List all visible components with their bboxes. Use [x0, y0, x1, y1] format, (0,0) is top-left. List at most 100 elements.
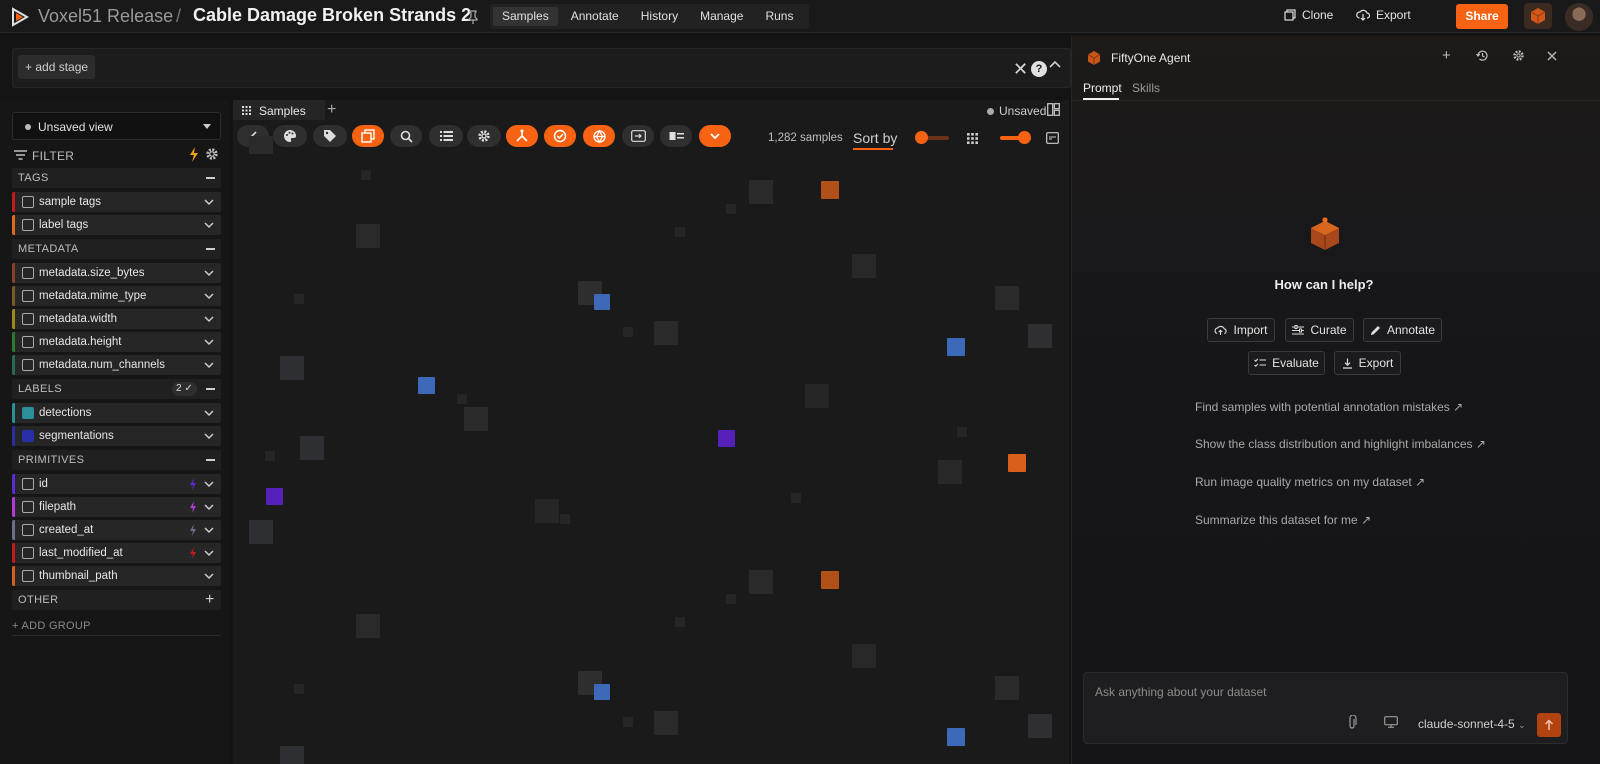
suggestion-item[interactable]: Find samples with potential annotation m…	[1195, 400, 1463, 414]
field-row-segmentations[interactable]: segmentations	[12, 426, 221, 446]
sample-tile[interactable]	[1028, 714, 1052, 738]
add-panel-icon[interactable]: +	[327, 101, 336, 119]
suggestion-item[interactable]: Show the class distribution and highligh…	[1195, 437, 1486, 451]
collapse-chevron-icon[interactable]	[1049, 60, 1061, 68]
expand-plus-icon[interactable]: +	[205, 591, 214, 609]
sample-tile[interactable]	[418, 377, 435, 394]
field-row-metadata-size-bytes[interactable]: metadata.size_bytes	[12, 263, 221, 283]
help-icon[interactable]: ?	[1031, 61, 1047, 77]
paperclip-icon[interactable]	[1347, 715, 1357, 730]
sample-tile[interactable]	[726, 204, 736, 214]
history-icon[interactable]	[1476, 49, 1489, 62]
field-checkbox[interactable]	[22, 336, 34, 348]
nav-tab-manage[interactable]: Manage	[691, 7, 752, 26]
new-chat-icon[interactable]: +	[1442, 47, 1451, 64]
sample-tile[interactable]	[654, 711, 678, 735]
sample-tile[interactable]	[749, 570, 773, 594]
list-view-button[interactable]	[429, 125, 463, 147]
sample-tile[interactable]	[280, 356, 304, 380]
pin-icon[interactable]	[467, 10, 479, 24]
sample-tile[interactable]	[805, 384, 829, 408]
sample-tile[interactable]	[995, 286, 1019, 310]
field-row-thumbnail-path[interactable]: thumbnail_path	[12, 566, 221, 586]
sample-tile[interactable]	[623, 327, 633, 337]
chevron-down-icon[interactable]	[204, 270, 214, 277]
layout-icon[interactable]	[1047, 103, 1060, 116]
sample-tile[interactable]	[718, 430, 735, 447]
field-row-filepath[interactable]: filepath	[12, 497, 221, 517]
nav-tab-annotate[interactable]: Annotate	[562, 7, 628, 26]
import-action-button[interactable]: Import	[1207, 318, 1275, 342]
fiftyone-logo-icon[interactable]	[10, 7, 30, 27]
field-row-sample-tags[interactable]: sample tags	[12, 192, 221, 212]
field-row-detections[interactable]: detections	[12, 403, 221, 423]
agent-cube-button[interactable]	[1524, 3, 1552, 29]
field-row-created-at[interactable]: created_at	[12, 520, 221, 540]
similarity-search-button[interactable]	[390, 125, 422, 147]
fullscreen-icon[interactable]	[1046, 132, 1059, 144]
tab-skills[interactable]: Skills	[1132, 81, 1160, 95]
settings-button[interactable]	[467, 125, 501, 147]
clear-view-icon[interactable]: ✕	[1013, 59, 1028, 80]
collapse-icon[interactable]	[206, 388, 215, 390]
sample-tile[interactable]	[675, 227, 685, 237]
field-checkbox[interactable]	[22, 313, 34, 325]
nav-tab-history[interactable]: History	[632, 7, 687, 26]
view-select[interactable]: Unsaved view	[12, 112, 221, 140]
field-checkbox[interactable]	[22, 478, 34, 490]
clone-button[interactable]: Clone	[1284, 8, 1333, 22]
export-action-button[interactable]: Export	[1334, 351, 1401, 375]
field-checkbox[interactable]	[22, 359, 34, 371]
field-row-last-modified-at[interactable]: last_modified_at	[12, 543, 221, 563]
tab-prompt[interactable]: Prompt	[1083, 81, 1122, 95]
more-actions-button[interactable]	[699, 125, 731, 147]
nav-tab-samples[interactable]: Samples	[493, 7, 558, 26]
add-group-button[interactable]: + ADD GROUP	[12, 620, 91, 632]
export-button[interactable]: Export	[1356, 8, 1411, 22]
nav-tab-runs[interactable]: Runs	[756, 7, 802, 26]
field-checkbox[interactable]	[22, 290, 34, 302]
chevron-down-icon[interactable]	[204, 481, 214, 488]
field-checkbox[interactable]	[22, 524, 34, 536]
org-name[interactable]: Voxel51 Release	[38, 6, 173, 27]
gear-icon[interactable]	[1512, 49, 1525, 62]
sample-tile[interactable]	[280, 746, 304, 764]
field-checkbox[interactable]	[22, 547, 34, 559]
sort-by-button[interactable]: Sort by	[853, 130, 897, 146]
dataset-name[interactable]: Cable Damage Broken Strands 2	[193, 5, 471, 26]
chevron-down-icon[interactable]	[204, 433, 214, 440]
sample-tile[interactable]	[594, 684, 610, 700]
sample-tile[interactable]	[947, 728, 965, 746]
field-checkbox[interactable]	[22, 570, 34, 582]
send-button[interactable]	[1537, 713, 1561, 737]
field-checkbox[interactable]	[22, 196, 34, 208]
field-checkbox[interactable]	[22, 219, 34, 231]
sample-tile[interactable]	[947, 338, 965, 356]
field-row-metadata-height[interactable]: metadata.height	[12, 332, 221, 352]
embed-button[interactable]	[622, 125, 654, 147]
sample-tile[interactable]	[623, 717, 633, 727]
sample-tile[interactable]	[938, 460, 962, 484]
tag-button[interactable]	[313, 125, 347, 147]
tab-samples[interactable]: Samples	[233, 100, 325, 120]
lightning-icon[interactable]	[189, 147, 199, 162]
sample-tile[interactable]	[821, 181, 839, 199]
chevron-down-icon[interactable]	[204, 550, 214, 557]
display-options-button[interactable]	[660, 125, 692, 147]
sort-toggle-knob[interactable]	[915, 131, 928, 144]
sample-tile[interactable]	[1008, 454, 1026, 472]
group-metadata[interactable]: METADATA	[12, 239, 221, 259]
evaluation-button[interactable]	[544, 125, 576, 147]
sample-tile[interactable]	[294, 684, 304, 694]
curate-action-button[interactable]: Curate	[1285, 318, 1354, 342]
chevron-down-icon[interactable]	[204, 316, 214, 323]
field-row-metadata-num-channels[interactable]: metadata.num_channels	[12, 355, 221, 375]
field-row-id[interactable]: id	[12, 474, 221, 494]
sample-tile[interactable]	[294, 294, 304, 304]
sample-tile[interactable]	[266, 488, 283, 505]
add-stage-button[interactable]: + add stage	[18, 55, 96, 79]
sample-tile[interactable]	[749, 180, 773, 204]
sample-tile[interactable]	[852, 254, 876, 278]
collapse-icon[interactable]	[206, 459, 215, 461]
gear-icon[interactable]	[205, 147, 219, 161]
